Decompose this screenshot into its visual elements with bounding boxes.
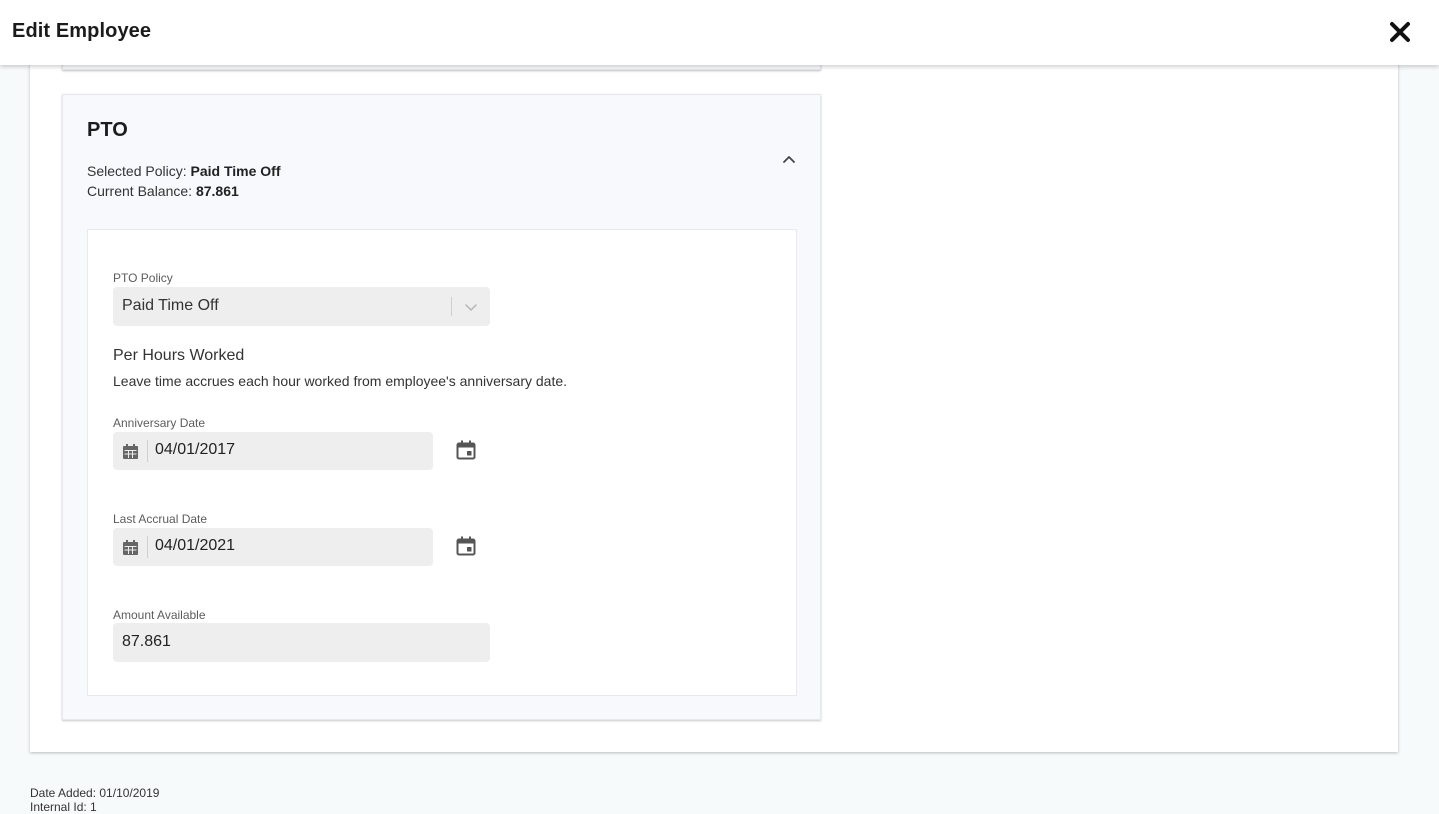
pto-policy-select[interactable]: Paid Time Off — [113, 287, 490, 326]
calendar-event-icon — [456, 440, 476, 460]
selected-policy-label: Selected Policy: — [87, 163, 187, 179]
current-balance-label: Current Balance: — [87, 183, 193, 199]
amount-available-value: 87.861 — [122, 633, 171, 650]
calendar-icon — [113, 432, 147, 470]
accrual-method-description: Leave time accrues each hour worked from… — [113, 373, 568, 389]
selected-policy-line: Selected Policy: Paid Time Off — [87, 161, 280, 181]
date-input-divider — [147, 536, 148, 558]
record-metadata: Date Added: 01/10/2019 Internal Id: 1 — [30, 786, 159, 814]
calendar-event-icon — [456, 536, 476, 556]
last-accrual-date-field[interactable]: 04/01/2021 — [113, 528, 433, 566]
accrual-method-title: Per Hours Worked — [113, 347, 245, 364]
last-accrual-date-value: 04/01/2021 — [155, 537, 236, 554]
anniversary-date-field[interactable]: 04/01/2017 — [113, 432, 433, 470]
chevron-down-icon[interactable] — [461, 297, 481, 317]
last-accrual-date-label: Last Accrual Date — [113, 512, 208, 526]
pto-policy-label: PTO Policy — [113, 271, 173, 285]
close-button[interactable] — [1384, 16, 1416, 48]
amount-available-input[interactable]: 87.861 — [113, 623, 490, 662]
chevron-up-icon — [783, 156, 795, 163]
calendar-icon — [113, 528, 147, 566]
dialog-title: Edit Employee — [12, 20, 152, 42]
pto-section-title: PTO — [87, 119, 128, 141]
date-added-text: Date Added: 01/10/2019 — [30, 786, 160, 800]
current-balance-value: 87.861 — [195, 183, 239, 199]
pto-section-card: PTO Selected Policy: Paid Time Off Curre… — [62, 94, 821, 720]
anniversary-date-label: Anniversary Date — [113, 416, 206, 430]
amount-available-label: Amount Available — [113, 608, 206, 622]
close-icon — [1390, 22, 1410, 42]
pto-policy-selected-value: Paid Time Off — [122, 297, 219, 314]
dialog-header: Edit Employee — [0, 0, 1439, 65]
pto-summary: Selected Policy: Paid Time Off Current B… — [87, 161, 280, 201]
last-accrual-date-picker-button[interactable] — [452, 532, 480, 560]
internal-id-text: Internal Id: 1 — [30, 800, 97, 814]
date-input-divider — [147, 440, 148, 462]
selected-policy-value: Paid Time Off — [190, 163, 281, 179]
current-balance-line: Current Balance: 87.861 — [87, 181, 280, 201]
anniversary-date-picker-button[interactable] — [452, 436, 480, 464]
pto-details-panel: PTO Policy Paid Time Off Per Hours Worke… — [87, 229, 797, 696]
select-divider — [451, 297, 452, 316]
collapse-pto-button[interactable] — [777, 147, 801, 171]
anniversary-date-value: 04/01/2017 — [155, 441, 236, 458]
